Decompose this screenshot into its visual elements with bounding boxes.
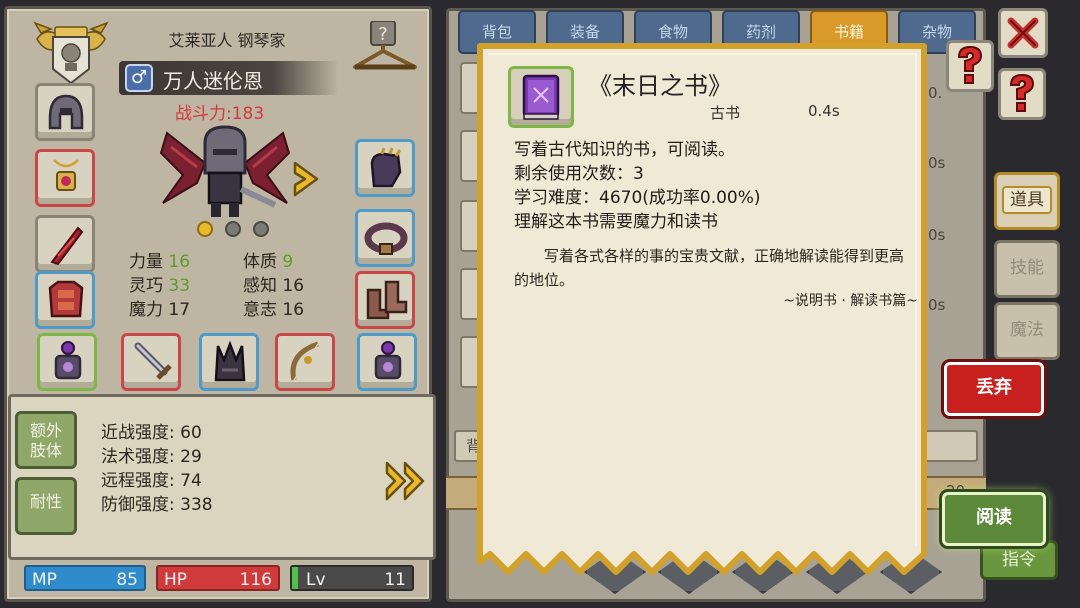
item-weight-value: 0s xyxy=(928,226,946,244)
question-mark-icon xyxy=(957,45,983,84)
equip-slot-helmet[interactable] xyxy=(35,83,95,141)
stat-perception: 感知 16 xyxy=(243,276,305,296)
combat-strength-list: 近战强度: 60 法术强度: 29 远程强度: 74 防御强度: 338 xyxy=(101,421,213,517)
next-page-chevron-icon[interactable] xyxy=(287,159,327,199)
tab-resistance[interactable]: 耐性 xyxy=(15,477,77,535)
category-items-button[interactable]: 道具 xyxy=(994,172,1060,230)
guild-emblem-icon xyxy=(33,21,109,85)
defense-strength: 防御强度: 338 xyxy=(101,495,213,515)
equip-slot-cloak[interactable] xyxy=(35,215,95,273)
gauntlet-icon xyxy=(370,147,402,188)
character-name-bar: ♂ 万人迷伦恩 xyxy=(119,61,339,95)
character-name: 万人迷伦恩 xyxy=(163,69,263,93)
male-gender-icon: ♂ xyxy=(125,64,153,92)
wardrobe-hanger-icon[interactable]: ? xyxy=(349,21,421,75)
level-progress-fill xyxy=(292,567,298,589)
spell-strength: 法术强度: 29 xyxy=(101,447,202,467)
category-magic-button[interactable]: 魔法 xyxy=(994,302,1060,360)
item-weight: 0.4s xyxy=(808,102,840,120)
equip-slot-belt[interactable] xyxy=(355,209,415,267)
equip-slot-armor[interactable] xyxy=(35,271,95,329)
item-weight-value: 0s xyxy=(928,154,946,172)
character-title: 艾莱亚人 钢琴家 xyxy=(168,31,286,50)
equip-slot-amulet[interactable] xyxy=(35,149,95,207)
stat-constitution: 体质 9 xyxy=(243,252,294,272)
boots-icon xyxy=(366,280,408,320)
potion-flask-icon xyxy=(374,341,402,380)
close-icon xyxy=(1007,17,1039,49)
feather-cloak-icon xyxy=(50,226,84,266)
page-dot[interactable] xyxy=(225,221,241,237)
helmet-icon xyxy=(48,94,84,130)
combat-power: 战斗力:183 xyxy=(175,104,265,124)
claw-weapon-icon xyxy=(214,340,246,382)
mp-bar: MP 85 xyxy=(24,565,146,591)
discard-button[interactable]: 丢弃 xyxy=(944,362,1044,416)
ring-amulet-icon xyxy=(53,159,79,191)
equip-slot-weapon-main[interactable] xyxy=(121,333,181,391)
equip-slot-ranged[interactable] xyxy=(275,333,335,391)
item-source-note: ~说明书 · 解读书篇~ xyxy=(783,293,918,309)
equip-slot-accessory-left[interactable] xyxy=(37,333,97,391)
tab-extra-limbs[interactable]: 额外 肢体 xyxy=(15,411,77,469)
item-weight-value: 0s xyxy=(928,296,946,314)
equip-slot-weapon-off[interactable] xyxy=(199,333,259,391)
page-dot[interactable] xyxy=(197,221,213,237)
chest-armor-icon xyxy=(48,280,84,318)
read-button[interactable]: 阅读 xyxy=(942,492,1046,546)
page-dot[interactable] xyxy=(253,221,269,237)
description-line: 剩余使用次数：3 xyxy=(514,164,644,184)
combat-info-panel: 额外 肢体 耐性 近战强度: 60 法术强度: 29 远程强度: 74 防御强度… xyxy=(8,394,436,560)
stat-dexterity: 灵巧 33 xyxy=(129,276,191,296)
sword-icon xyxy=(134,342,172,380)
bow-icon xyxy=(290,341,319,381)
item-weight-value: 0. xyxy=(928,84,943,102)
item-flavor-text: 写着各式各样的事的宝贵文献，正确地解读能得到更高的地位。 xyxy=(514,247,905,289)
item-tooltip: 《末日之书》 古书 0.4s 写着古代知识的书，可阅读。 剩余使用次数：3 学习… xyxy=(474,40,930,576)
potion-flask-icon xyxy=(54,341,82,380)
svg-text:?: ? xyxy=(378,24,388,45)
description-line: 理解这本书需要魔力和读书 xyxy=(514,212,718,232)
item-title: 《末日之书》 xyxy=(588,72,732,100)
double-chevron-right-icon[interactable] xyxy=(383,457,431,505)
item-type: 古书 xyxy=(710,104,741,122)
help-button[interactable] xyxy=(946,40,994,92)
character-avatar xyxy=(159,125,291,217)
equip-slot-boots[interactable] xyxy=(355,271,415,329)
ranged-strength: 远程强度: 74 xyxy=(101,471,202,491)
level-bar: Lv 11 xyxy=(290,565,414,591)
close-button[interactable] xyxy=(998,8,1048,58)
stat-magic: 魔力 17 xyxy=(129,300,191,320)
category-skills-button[interactable]: 技能 xyxy=(994,240,1060,298)
item-description: 写着古代知识的书，可阅读。 剩余使用次数：3 学习难度：4670(成功率0.00… xyxy=(514,138,761,234)
help-button[interactable] xyxy=(998,68,1046,120)
belt-icon xyxy=(364,222,408,255)
question-mark-icon xyxy=(1009,73,1035,112)
description-line: 写着古代知识的书，可阅读。 xyxy=(514,140,735,160)
stat-will: 意志 16 xyxy=(243,300,305,320)
hp-bar: HP 116 xyxy=(156,565,280,591)
description-line: 学习难度：4670(成功率0.00%) xyxy=(514,188,761,208)
equip-slot-gloves[interactable] xyxy=(355,139,415,197)
item-icon-frame xyxy=(508,66,574,128)
stat-strength: 力量 16 xyxy=(129,252,191,272)
command-button[interactable]: 指令 xyxy=(980,540,1058,580)
melee-strength: 近战强度: 60 xyxy=(101,423,202,443)
equip-slot-accessory-right[interactable] xyxy=(357,333,417,391)
page-indicator xyxy=(197,221,277,241)
purple-book-icon xyxy=(522,74,560,120)
